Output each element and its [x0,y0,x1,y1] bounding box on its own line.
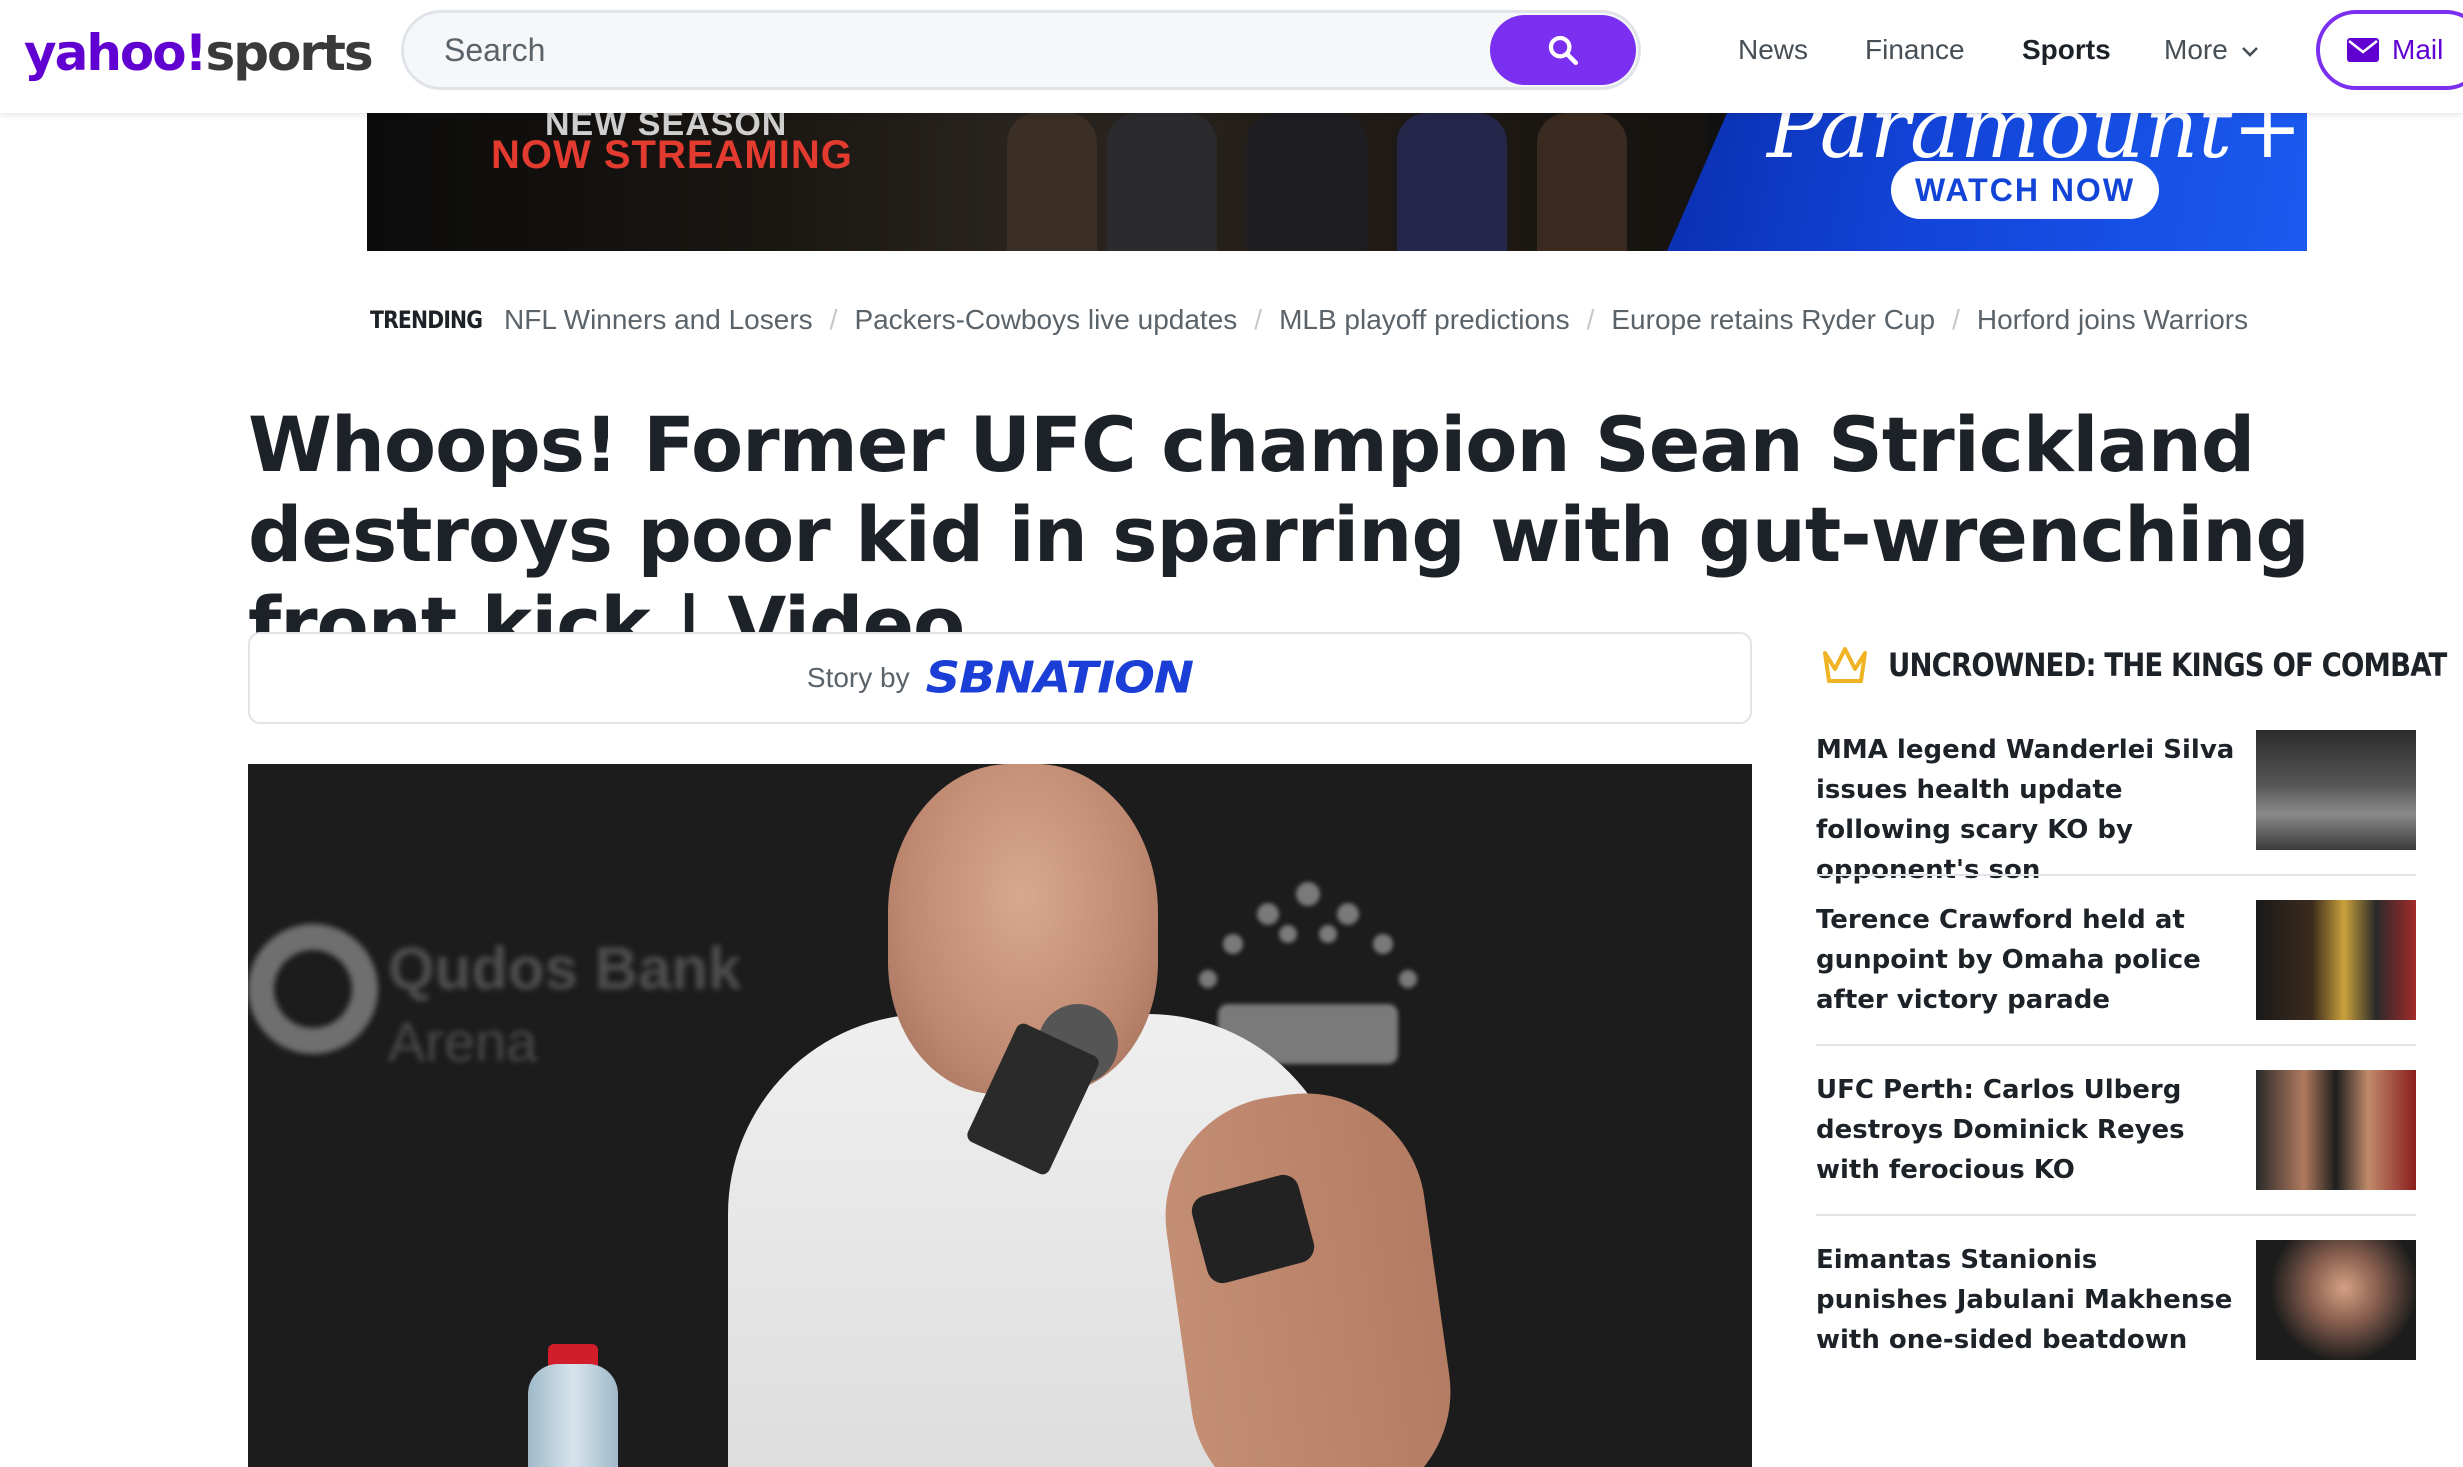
trending-label: TRENDING [370,306,483,334]
trending-link[interactable]: Europe retains Ryder Cup [1611,304,1935,336]
mail-label: Mail [2392,34,2444,65]
trending-link[interactable]: Packers-Cowboys live updates [854,304,1237,336]
divider [1816,1214,2416,1216]
sidebar-story[interactable]: UFC Perth: Carlos Ulberg destroys Domini… [1816,1070,2416,1240]
trending-bar: TRENDING NFL Winners and Losers / Packer… [370,300,2248,340]
sidebar-story-thumbnail [2256,1070,2416,1190]
sidebar-story-title: Terence Crawford held at gunpoint by Oma… [1816,905,2201,1015]
trending-link[interactable]: Horford joins Warriors [1977,304,2248,336]
sidebar-story-thumbnail [2256,730,2416,850]
ad-figure [1247,113,1367,251]
search-bar [401,10,1641,90]
hero-venue-text: Arena [388,1010,538,1073]
trending-separator: / [1952,304,1960,335]
sidebar-story-thumbnail [2256,900,2416,1020]
trending-separator: / [1586,304,1595,335]
article-hero-image[interactable]: Qudos Bank Arena [248,764,1752,1467]
article-headline: Whoops! Former UFC champion Sean Strickl… [248,400,2310,669]
ad-figure [1397,113,1507,251]
ad-watch-now-button[interactable]: WATCH NOW [1891,161,2159,219]
crown-icon [1823,647,1867,683]
search-button[interactable] [1490,15,1636,85]
divider [1816,874,2416,876]
ad-figure [1537,113,1627,251]
search-icon [1548,35,1579,66]
sidebar-header[interactable]: UNCROWNED: THE KINGS OF COMBAT [1822,640,2463,690]
hero-subject-arm [1150,1077,1466,1467]
mail-icon [2347,38,2379,62]
ad-figure [1107,113,1217,251]
sidebar-story-title: Eimantas Stanionis punishes Jabulani Mak… [1816,1245,2233,1355]
nav-more-label: More [2164,34,2228,65]
hero-venue-text: Qudos Bank [388,935,742,1002]
sidebar-story[interactable]: Terence Crawford held at gunpoint by Oma… [1816,900,2416,1070]
ad-line-2: NOW STREAMING [491,133,853,177]
sidebar-story[interactable]: Eimantas Stanionis punishes Jabulani Mak… [1816,1240,2416,1410]
story-by-label: Story by [806,662,910,693]
trending-link[interactable]: MLB playoff predictions [1279,304,1570,336]
nav-finance[interactable]: Finance [1865,30,1965,70]
water-bottle [528,1364,618,1467]
trending-separator: / [1254,304,1263,335]
trending-link[interactable]: NFL Winners and Losers [504,304,813,336]
mail-button[interactable]: Mail [2316,10,2463,90]
yahoo-sports-logo[interactable]: yahoo!sports [24,18,374,88]
divider [1816,1044,2416,1046]
nav-sports[interactable]: Sports [2022,30,2111,70]
story-by-box: Story by SBNATION [248,632,1752,724]
nav-more[interactable]: More [2164,30,2260,70]
sidebar-story-title: UFC Perth: Carlos Ulberg destroys Domini… [1816,1075,2185,1185]
logo-yahoo-text: yahoo! [24,24,207,82]
top-header: yahoo!sports News Finance Sports More Ma… [0,0,2463,113]
sidebar-story-thumbnail [2256,1240,2416,1360]
sidebar-story-title: MMA legend Wanderlei Silva issues health… [1816,735,2235,885]
nav-news[interactable]: News [1738,30,1808,70]
search-input[interactable] [444,13,1484,87]
sbnation-logo[interactable]: SBNATION [926,653,1194,703]
chevron-down-icon [2241,47,2258,57]
sidebar-title: UNCROWNED: THE KINGS OF COMBAT [1888,646,2447,684]
sidebar-story[interactable]: MMA legend Wanderlei Silva issues health… [1816,730,2416,900]
venue-logo-mark [248,924,378,1054]
ad-banner[interactable]: NEW SEASON NOW STREAMING Paramount+ WATC… [367,113,2307,251]
trending-separator: / [829,304,838,335]
logo-sports-text: sports [205,24,373,82]
ad-figure [1007,113,1097,251]
